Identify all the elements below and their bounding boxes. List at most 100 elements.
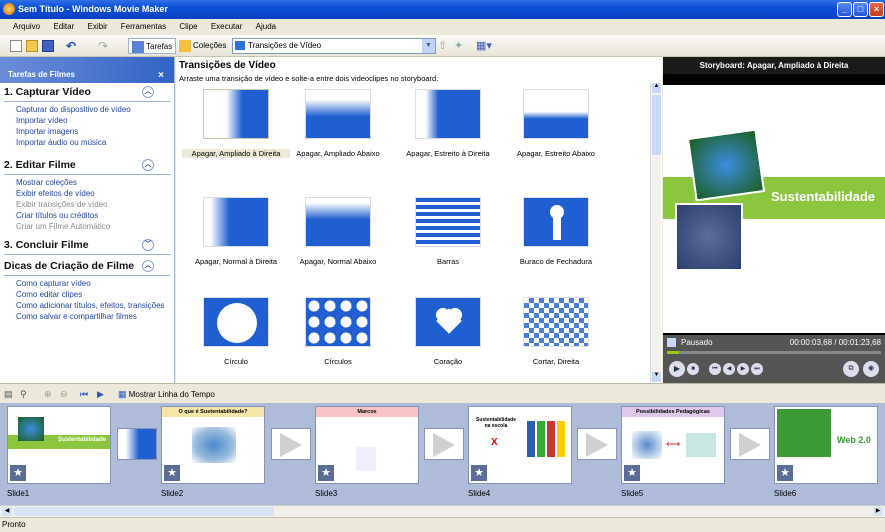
new-folder-icon[interactable]: ✦ [454,38,463,54]
link-video-effects[interactable]: Exibir efeitos de vídeo [0,188,174,199]
close-icon[interactable]: × [158,70,164,81]
app-icon [3,3,15,15]
chevron-up-icon[interactable]: ︿ [142,86,154,98]
transition-tile[interactable]: Círculo [182,297,290,366]
view-options-icon[interactable]: ▦▾ [476,38,492,54]
link-show-collections[interactable]: Mostrar coleções [0,177,174,188]
storyboard-slide[interactable]: Possibilidades Pedagógicas ⟷ ★ [621,406,725,484]
open-project-icon[interactable] [26,38,40,54]
play-storyboard-icon[interactable]: ▶ [97,384,104,404]
slide-label: Slide2 [161,489,184,498]
transition-tile[interactable]: Apagar, Estreito à Direita [394,89,502,158]
transition-tile[interactable]: Apagar, Normal Abaixo [284,197,392,266]
stop-button[interactable]: ■ [687,363,699,375]
link-import-video[interactable]: Importar vídeo [0,115,174,126]
link-tip-save[interactable]: Como salvar e compartilhar filmes [0,311,174,322]
close-button[interactable]: × [869,2,884,17]
menu-arquivo[interactable]: Arquivo [8,19,45,34]
snapshot-button[interactable]: ◉ [863,361,879,377]
transition-tile[interactable]: Buraco de Fechadura [502,197,610,266]
forward-button[interactable]: ▶ [737,363,749,375]
transition-tile[interactable]: Cortar, Direita [502,297,610,366]
storyboard-icon[interactable]: ▤ [4,384,13,404]
storyboard-transition[interactable] [117,428,157,460]
show-timeline-button[interactable]: ▦ Mostrar Linha do Tempo [118,384,215,405]
menu-clipe[interactable]: Clipe [174,19,202,34]
transition-icon [235,41,245,50]
save-project-icon[interactable] [42,38,56,54]
seek-bar[interactable] [667,351,881,354]
menu-ajuda[interactable]: Ajuda [251,19,281,34]
scroll-thumb[interactable] [14,507,274,516]
chevron-up-icon[interactable]: ︿ [142,260,154,272]
menu-exibir[interactable]: Exibir [83,19,113,34]
play-button[interactable]: ▶ [669,361,685,377]
new-project-icon[interactable] [10,38,24,54]
link-import-audio[interactable]: Importar áudio ou música [0,137,174,148]
link-tip-edit[interactable]: Como editar clipes [0,289,174,300]
vertical-scrollbar[interactable]: ▲ ▼ [650,83,661,382]
chevron-up-icon[interactable]: ︿ [142,159,154,171]
link-capture-device[interactable]: Capturar do dispositivo de vídeo [0,104,174,115]
minimize-button[interactable]: _ [837,2,852,17]
menu-editar[interactable]: Editar [48,19,79,34]
transition-thumbnail [523,197,589,247]
zoom-out-icon[interactable]: ⊖ [60,384,68,404]
undo-icon[interactable]: ↶ [66,38,76,54]
link-tip-capture[interactable]: Como capturar vídeo [0,278,174,289]
tasks-pane: Tarefas de Filmes × 1. Capturar Vídeo ︿ C… [0,57,175,383]
transition-tile[interactable]: Coração [394,297,502,366]
horizontal-scrollbar[interactable]: ◀ ▶ [0,505,885,517]
redo-icon[interactable]: ↷ [98,38,108,54]
storyboard-transition[interactable] [424,428,464,460]
transition-tile[interactable]: Apagar, Normal à Direita [182,197,290,266]
collection-dropdown[interactable]: Transições de Vídeo ▼ [232,38,436,54]
menu-executar[interactable]: Executar [206,19,248,34]
storyboard-transition[interactable] [271,428,311,460]
scroll-down-icon[interactable]: ▼ [652,372,661,382]
storyboard-transition[interactable] [577,428,617,460]
scroll-thumb[interactable] [652,95,661,155]
scroll-right-icon[interactable]: ▶ [873,507,883,516]
section-capture[interactable]: 1. Capturar Vídeo ︿ [0,83,174,101]
link-titles-credits[interactable]: Criar títulos ou créditos [0,210,174,221]
storyboard-transition[interactable] [730,428,770,460]
tasks-button[interactable]: Tarefas [128,38,177,54]
scroll-up-icon[interactable]: ▲ [652,83,661,93]
storyboard-slide[interactable]: Sustentabilidade ★ [7,406,111,484]
link-tip-titles[interactable]: Como adicionar títulos, efeitos, transiç… [0,300,174,311]
collections-button[interactable]: Coleções [176,38,229,54]
link-import-images[interactable]: Importar imagens [0,126,174,137]
transition-thumbnail [415,297,481,347]
transition-tile[interactable]: Apagar, Estreito Abaixo [502,89,610,158]
storyboard-slide[interactable]: Web 2.0 ★ [774,406,878,484]
section-finish[interactable]: 3. Concluir Filme ﹀ [0,236,174,254]
screen-icon [667,338,676,348]
chevron-down-icon[interactable]: ﹀ [142,239,154,251]
transition-tile[interactable]: Círculos [284,297,392,366]
slide-label: Slide1 [7,489,30,498]
link-video-transitions: Exibir transições de vídeo [16,200,108,209]
section-tips[interactable]: Dicas de Criação de Filme ︿ [0,257,174,275]
rewind-button[interactable]: ◀ [723,363,735,375]
next-frame-button[interactable]: ⏭ [751,363,763,375]
scroll-left-icon[interactable]: ◀ [2,507,12,516]
up-folder-icon[interactable]: ⇧ [438,38,447,54]
previous-frame-button[interactable]: ⏮ [709,363,721,375]
rewind-storyboard-icon[interactable]: ⏮ [80,384,88,404]
maximize-button[interactable]: □ [853,2,868,17]
audio-levels-icon[interactable]: ⚲ [20,384,27,404]
split-clip-button[interactable]: ⧉ [843,361,859,377]
transition-tile[interactable]: Apagar, Ampliado à Direita [182,89,290,158]
transition-tile[interactable]: Barras [394,197,502,266]
menu-ferramentas[interactable]: Ferramentas [116,19,171,34]
storyboard-slide[interactable]: Marcos ★ [315,406,419,484]
status-text: Pronto [2,520,26,529]
section-edit[interactable]: 2. Editar Filme ︿ [0,156,174,174]
slide-label: Slide3 [315,489,338,498]
storyboard-slide[interactable]: Sustentabilidade na escola X ★ [468,406,572,484]
divider [4,254,170,255]
transition-tile[interactable]: Apagar, Ampliado Abaixo [284,89,392,158]
storyboard-slide[interactable]: O que é Sustentabilidade? ★ [161,406,265,484]
zoom-in-icon[interactable]: ⊕ [44,384,52,404]
